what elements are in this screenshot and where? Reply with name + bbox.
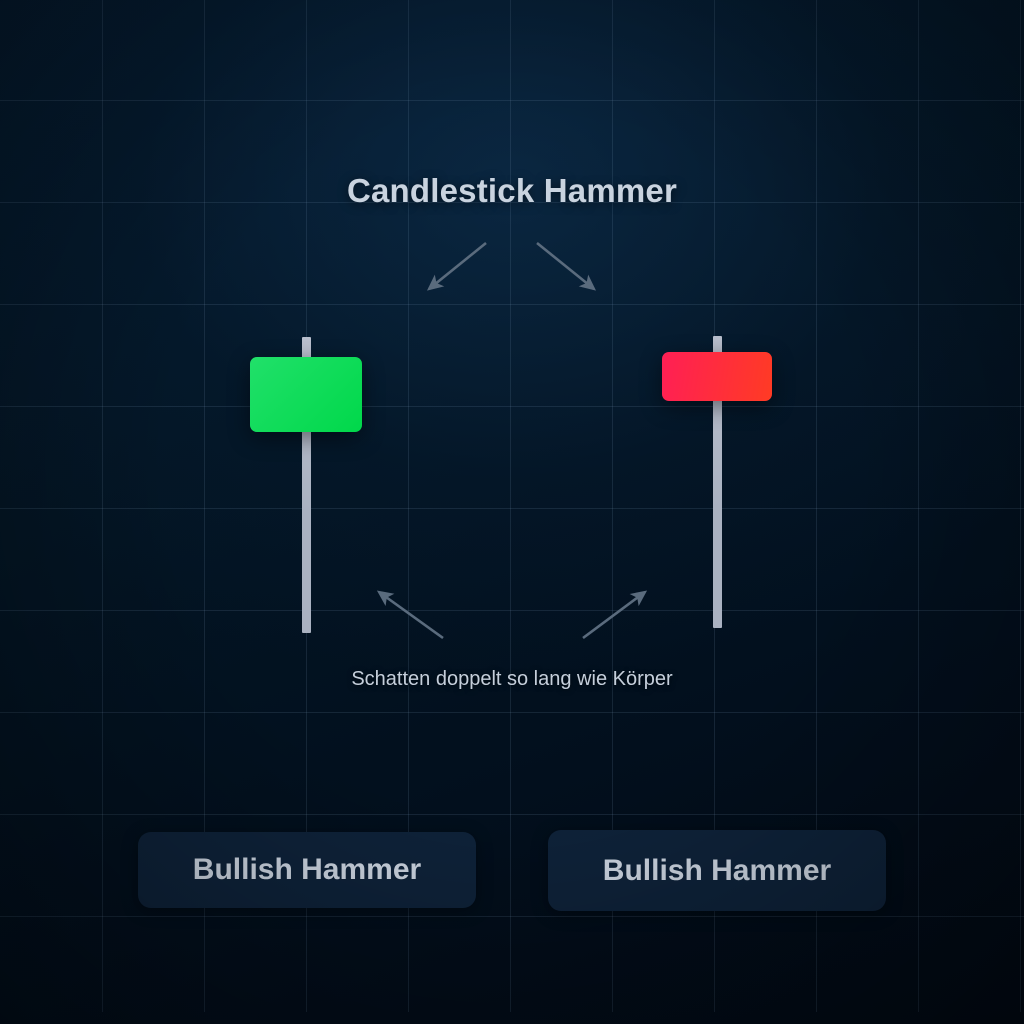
legend-button-bullish-hammer-red[interactable]: Bullish Hammer (548, 830, 886, 911)
grid-line-vertical (1020, 0, 1021, 1012)
grid-line-horizontal (0, 610, 1024, 611)
legend-button-bullish-hammer-green[interactable]: Bullish Hammer (138, 832, 476, 908)
grid-line-horizontal (0, 712, 1024, 713)
chart-annotation-caption: Schatten doppelt so lang wie Körper (351, 668, 673, 690)
caption-arrow-left-icon (376, 590, 444, 640)
candle-body-red (662, 352, 772, 401)
grid-line-vertical (102, 0, 103, 1012)
caption-arrow-right-icon (582, 590, 648, 640)
grid-line-horizontal (0, 916, 1024, 917)
title-arrow-left-icon (426, 241, 487, 291)
candle-body-green (250, 357, 362, 432)
grid-line-vertical (510, 0, 511, 1012)
chart-canvas: Candlestick Hammer Schatten doppelt so l… (0, 0, 1024, 1024)
grid-line-horizontal (0, 406, 1024, 407)
grid-line-horizontal (0, 304, 1024, 305)
grid-line-horizontal (0, 100, 1024, 101)
grid-line-vertical (918, 0, 919, 1012)
page-title: Candlestick Hammer (346, 172, 678, 209)
title-arrow-right-icon (536, 241, 597, 291)
grid-line-horizontal (0, 814, 1024, 815)
grid-line-horizontal (0, 508, 1024, 509)
